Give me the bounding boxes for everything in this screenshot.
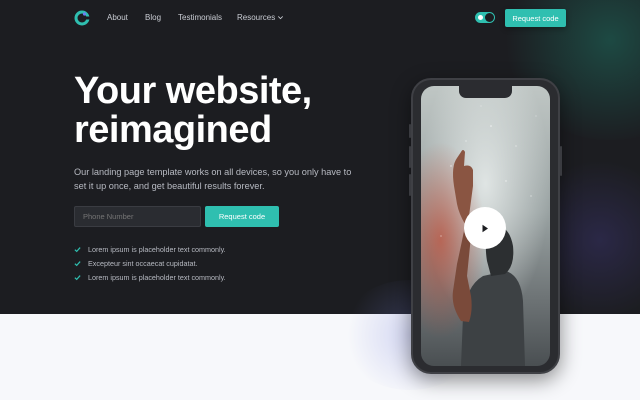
nav-link-testimonials[interactable]: Testimonials xyxy=(178,13,222,22)
checklist-item-text: Lorem ipsum is placeholder text commonly… xyxy=(88,272,226,282)
request-code-button-header[interactable]: Request code xyxy=(505,9,566,27)
nav-link-about[interactable]: About xyxy=(107,13,128,22)
video-thumbnail[interactable] xyxy=(421,86,550,366)
checklist-item: Lorem ipsum is placeholder text commonly… xyxy=(74,270,226,284)
request-code-button[interactable]: Request code xyxy=(205,206,279,227)
phone-side-button xyxy=(409,174,411,196)
hero-title: Your website, reimagined xyxy=(74,72,404,150)
phone-side-button xyxy=(409,146,411,168)
nav-link-resources[interactable]: Resources xyxy=(237,13,284,22)
hero-subtitle: Our landing page template works on all d… xyxy=(74,167,352,191)
phone-notch xyxy=(459,86,512,98)
play-button[interactable] xyxy=(464,207,506,249)
logo-icon[interactable] xyxy=(74,10,90,26)
theme-toggle[interactable] xyxy=(475,12,495,23)
play-icon xyxy=(482,224,488,232)
toggle-knob xyxy=(485,13,494,22)
nav-link-blog[interactable]: Blog xyxy=(145,13,161,22)
phone-side-button xyxy=(560,146,562,176)
check-icon xyxy=(74,274,81,280)
phone-mockup xyxy=(409,78,562,374)
checklist-item-text: Excepteur sint occaecat cupidatat. xyxy=(88,258,198,268)
phone-side-button xyxy=(409,124,411,138)
checklist-item: Excepteur sint occaecat cupidatat. xyxy=(74,256,226,270)
nav-link-resources-label: Resources xyxy=(237,13,276,22)
phone-number-input[interactable] xyxy=(74,206,201,227)
check-icon xyxy=(74,260,81,266)
hero-title-line-2: reimagined xyxy=(74,109,272,151)
hero-title-line-1: Your website, xyxy=(74,70,312,112)
sun-icon xyxy=(478,15,483,20)
check-icon xyxy=(74,246,81,252)
checklist-item-text: Lorem ipsum is placeholder text commonly… xyxy=(88,244,226,254)
checklist-item: Lorem ipsum is placeholder text commonly… xyxy=(74,242,226,256)
chevron-down-icon xyxy=(278,16,284,20)
feature-checklist: Lorem ipsum is placeholder text commonly… xyxy=(74,242,226,284)
